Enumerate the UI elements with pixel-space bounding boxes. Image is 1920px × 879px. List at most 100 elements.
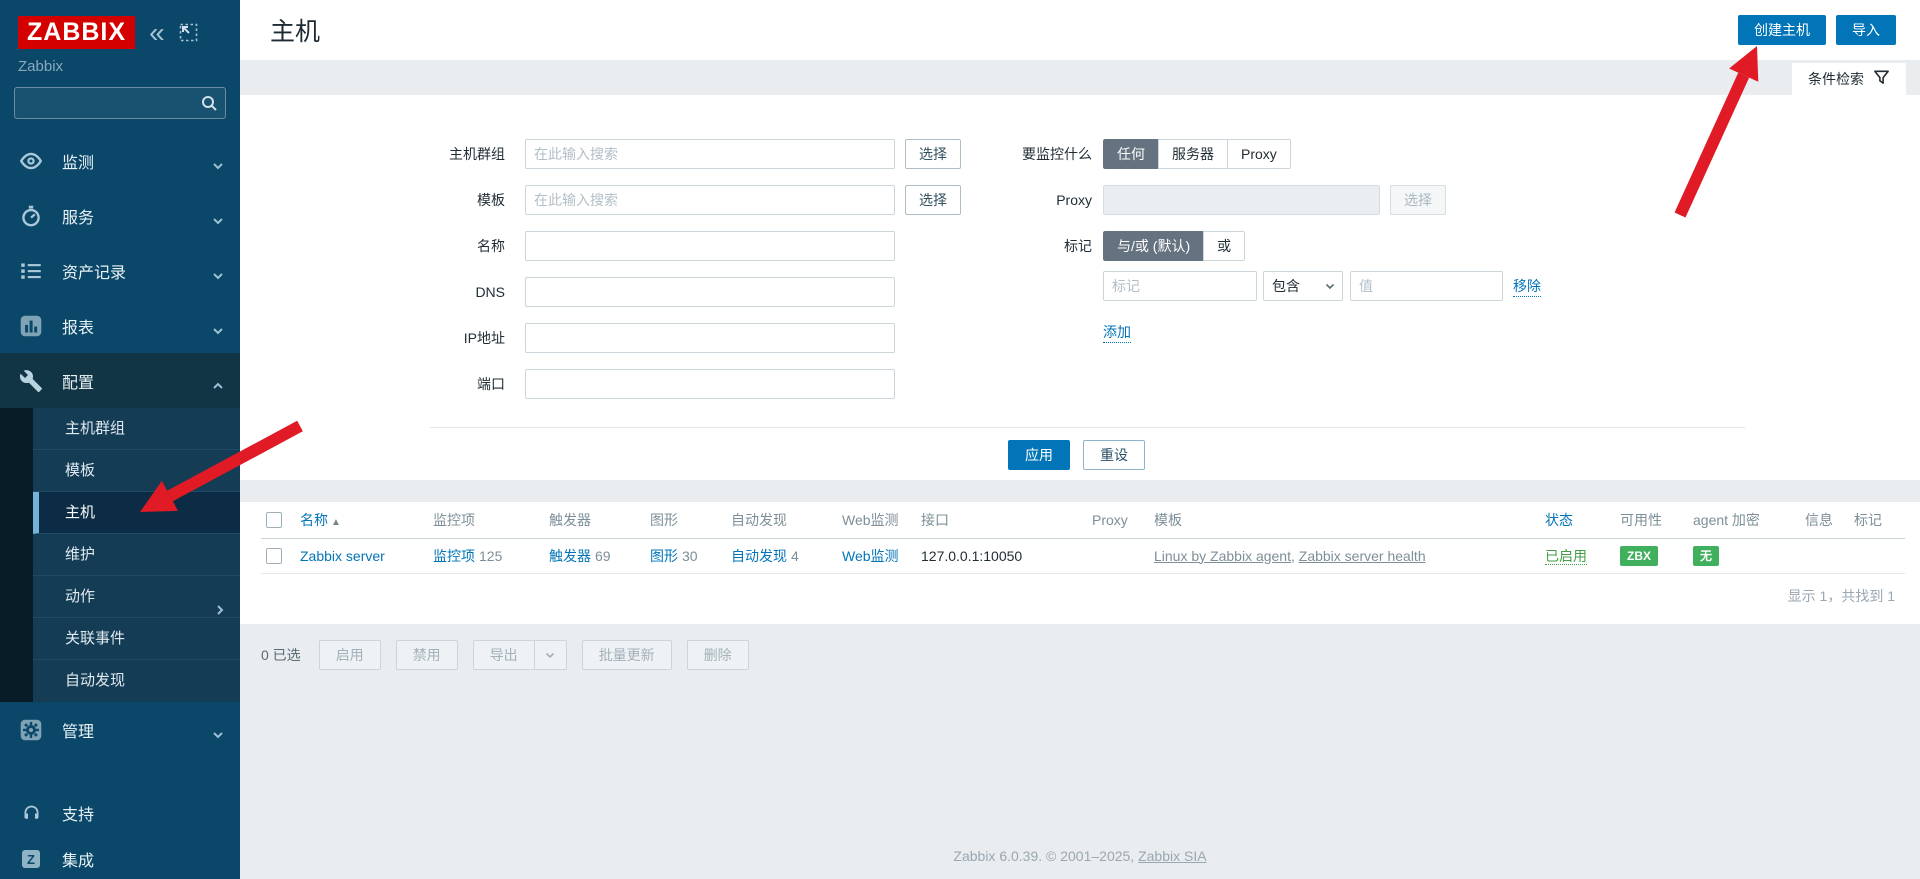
tag-add-link[interactable]: 添加 [1103, 322, 1131, 343]
monitored-by-server[interactable]: 服务器 [1158, 139, 1228, 169]
delete-button[interactable]: 删除 [687, 640, 749, 670]
monitored-by-any[interactable]: 任何 [1103, 139, 1159, 169]
import-button[interactable]: 导入 [1836, 15, 1896, 45]
port-input[interactable] [525, 369, 895, 399]
sidebar: ZABBIX « Zabbix 监测 [0, 0, 240, 879]
sidebar-collapse-icon[interactable]: « [149, 23, 165, 43]
mass-update-button[interactable]: 批量更新 [582, 640, 672, 670]
templates-input[interactable] [525, 185, 895, 215]
gear-icon [0, 717, 62, 743]
template-separator: , [1291, 548, 1299, 564]
sidebar-item-label: 集成 [62, 847, 240, 871]
sidebar-item-administration[interactable]: 管理 [0, 702, 240, 757]
sidebar-item-support[interactable]: 支持 [0, 790, 240, 836]
sidebar-menu: 监测 服务 资产记录 报表 [0, 133, 240, 757]
filter-divider [430, 427, 1745, 428]
tag-remove-link[interactable]: 移除 [1513, 276, 1541, 297]
sidebar-subitem-maintenance[interactable]: 维护 [33, 534, 240, 576]
sidebar-subitem-actions[interactable]: 动作 [33, 576, 240, 618]
table-row: Zabbix server 监控项125 触发器69 图形30 自动发现4 We… [261, 538, 1905, 573]
tag-name-input[interactable] [1103, 271, 1257, 301]
hosts-table: 名称▲ 监控项 触发器 图形 自动发现 Web监测 接口 Proxy 模板 状态… [261, 502, 1905, 574]
template-link[interactable]: Linux by Zabbix agent [1154, 548, 1291, 564]
monitored-by-segmented: 任何 服务器 Proxy [1103, 139, 1291, 169]
sidebar-subitem-event-correlation[interactable]: 关联事件 [33, 618, 240, 660]
submenu-strip [0, 408, 33, 702]
sidebar-subitem-host-groups[interactable]: 主机群组 [33, 408, 240, 450]
footer-version-text: Zabbix 6.0.39. © 2001–2025, [953, 848, 1138, 864]
list-icon [0, 258, 62, 284]
items-link[interactable]: 监控项 [433, 548, 475, 564]
filter-tab-label: 条件检索 [1808, 69, 1864, 89]
web-link[interactable]: Web监测 [842, 548, 899, 564]
name-input[interactable] [525, 231, 895, 261]
filter-tab[interactable]: 条件检索 [1792, 63, 1906, 95]
col-status[interactable]: 状态 [1540, 502, 1615, 538]
row-checkbox[interactable] [266, 548, 282, 564]
graphs-count: 30 [682, 548, 698, 564]
ip-label: IP地址 [240, 328, 505, 348]
hosts-table-panel: 名称▲ 监控项 触发器 图形 自动发现 Web监测 接口 Proxy 模板 状态… [240, 502, 1920, 624]
enable-button[interactable]: 启用 [319, 640, 381, 670]
triggers-link[interactable]: 触发器 [549, 548, 591, 564]
template-link[interactable]: Zabbix server health [1299, 548, 1426, 564]
monitored-by-proxy[interactable]: Proxy [1227, 139, 1291, 169]
create-host-button[interactable]: 创建主机 [1738, 15, 1826, 45]
col-templates: 模板 [1149, 502, 1540, 538]
disable-button[interactable]: 禁用 [396, 640, 458, 670]
discovery-count: 4 [791, 548, 799, 564]
status-enabled-link[interactable]: 已启用 [1545, 548, 1587, 565]
tag-operator-select[interactable]: 包含 [1263, 271, 1343, 301]
eye-icon [0, 148, 62, 174]
ip-input[interactable] [525, 323, 895, 353]
col-tags: 标记 [1849, 502, 1905, 538]
tags-or[interactable]: 或 [1203, 231, 1245, 261]
sidebar-item-monitoring[interactable]: 监测 [0, 133, 240, 188]
host-name-link[interactable]: Zabbix server [300, 548, 385, 564]
proxy-cell [1087, 538, 1149, 573]
export-split-button: 导出 [473, 640, 567, 670]
footer-zabbix-sia-link[interactable]: Zabbix SIA [1138, 848, 1206, 864]
logo-row: ZABBIX « [0, 0, 240, 49]
discovery-link[interactable]: 自动发现 [731, 548, 787, 564]
sidebar-item-configuration[interactable]: 配置 [0, 353, 240, 408]
export-dropdown-button[interactable] [535, 640, 567, 670]
funnel-icon [1873, 69, 1890, 89]
col-discovery: 自动发现 [726, 502, 837, 538]
agent-encryption-badge[interactable]: 无 [1693, 546, 1719, 566]
export-button[interactable]: 导出 [473, 640, 535, 670]
sidebar-subitem-hosts[interactable]: 主机 [33, 492, 240, 534]
sidebar-subitem-discovery[interactable]: 自动发现 [33, 660, 240, 702]
tags-cell [1849, 538, 1905, 573]
search-icon[interactable] [200, 94, 218, 115]
sidebar-item-reports[interactable]: 报表 [0, 298, 240, 353]
tags-and-or[interactable]: 与/或 (默认) [1103, 231, 1204, 261]
select-all-checkbox[interactable] [266, 512, 282, 528]
availability-zbx-badge[interactable]: ZBX [1620, 546, 1658, 566]
tag-value-input[interactable] [1350, 271, 1503, 301]
apply-button[interactable]: 应用 [1008, 440, 1070, 470]
sidebar-item-integrations[interactable]: Z 集成 [0, 836, 240, 879]
filter-tabs-strip: 条件检索 [240, 60, 1920, 95]
sidebar-item-services[interactable]: 服务 [0, 188, 240, 243]
col-name[interactable]: 名称▲ [295, 502, 428, 538]
triggers-count: 69 [595, 548, 611, 564]
info-cell [1800, 538, 1849, 573]
chevron-down-icon [212, 267, 224, 283]
selected-count: 0 已选 [261, 645, 301, 665]
proxy-input [1103, 185, 1380, 215]
graphs-link[interactable]: 图形 [650, 548, 678, 564]
dns-input[interactable] [525, 277, 895, 307]
sidebar-item-label: 支持 [62, 801, 240, 825]
sidebar-item-inventory[interactable]: 资产记录 [0, 243, 240, 298]
proxy-label: Proxy [940, 192, 1092, 208]
host-groups-input[interactable] [525, 139, 895, 169]
col-interface: 接口 [916, 502, 1087, 538]
reset-button[interactable]: 重设 [1083, 440, 1145, 470]
sidebar-pin-icon[interactable] [179, 23, 198, 42]
monitored-by-label: 要监控什么 [940, 144, 1092, 164]
zabbix-logo[interactable]: ZABBIX [18, 16, 135, 49]
sidebar-search-input[interactable] [14, 87, 226, 119]
dns-label: DNS [240, 284, 505, 300]
sidebar-subitem-templates[interactable]: 模板 [33, 450, 240, 492]
